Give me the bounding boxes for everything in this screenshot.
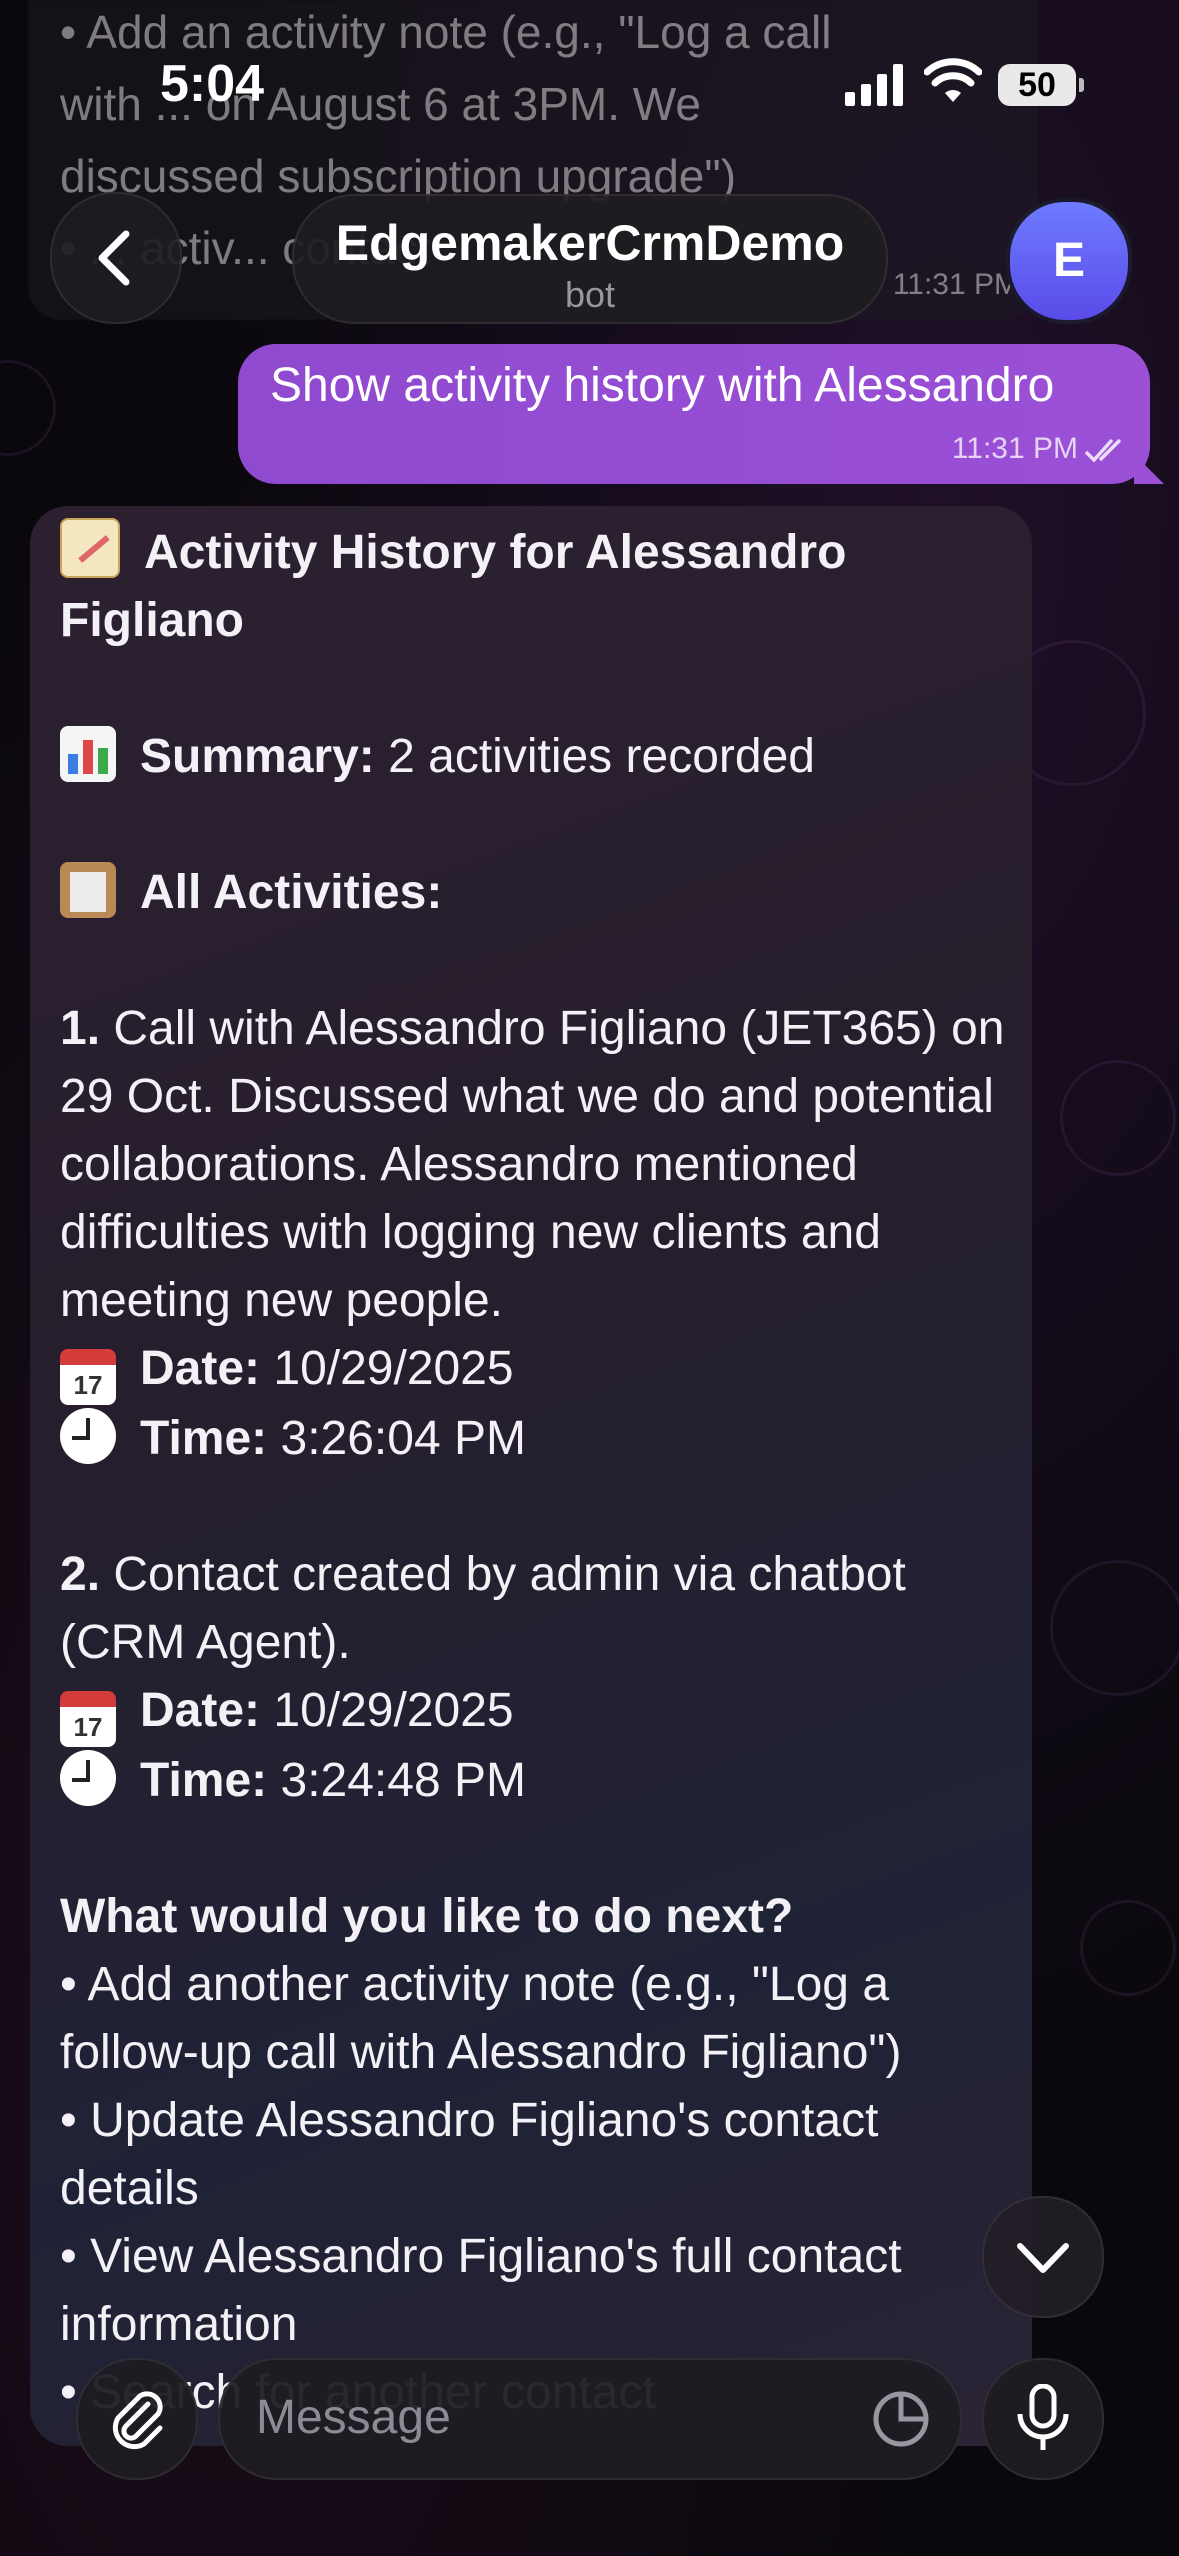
next-step-item: • Update Alessandro Figliano's contact d… bbox=[60, 2094, 879, 2215]
bar-chart-icon bbox=[60, 726, 116, 782]
activity-date: 17 Date: 10/29/2025 bbox=[60, 1335, 1020, 1405]
calendar-icon: 17 bbox=[60, 1691, 116, 1747]
cellular-signal-icon bbox=[845, 64, 903, 106]
next-steps-heading: What would you like to do next? bbox=[60, 1890, 794, 1943]
voice-message-button[interactable] bbox=[982, 2358, 1104, 2480]
sticker-icon[interactable] bbox=[872, 2390, 930, 2448]
summary-line: Summary: 2 activities recorded bbox=[60, 723, 1020, 791]
status-bar: 5:04 50 bbox=[0, 0, 1179, 170]
message-input[interactable]: Message bbox=[218, 2358, 962, 2480]
outgoing-message-time: 11:31 PM bbox=[951, 432, 1078, 465]
activity-item: 2. Contact created by admin via chatbot … bbox=[60, 1548, 906, 1669]
back-button[interactable] bbox=[50, 192, 182, 324]
microphone-icon bbox=[1017, 2384, 1069, 2450]
clipboard-icon bbox=[60, 862, 116, 918]
outgoing-message-bubble[interactable]: Show activity history with Alessandro 11… bbox=[238, 344, 1150, 484]
calendar-icon: 17 bbox=[60, 1349, 116, 1405]
next-step-item: • Add another activity note (e.g., "Log … bbox=[60, 1958, 902, 2079]
chat-name: EdgemakerCrmDemo bbox=[335, 215, 845, 271]
clock-icon bbox=[60, 1750, 116, 1806]
message-placeholder: Message bbox=[256, 2391, 451, 2444]
chevron-down-icon bbox=[1017, 2243, 1069, 2273]
activity-heading: Activity History for Alessandro Figliano bbox=[60, 518, 1020, 655]
clock-icon bbox=[60, 1408, 116, 1464]
memo-icon bbox=[60, 518, 120, 578]
status-time: 5:04 bbox=[160, 55, 265, 113]
activity-time: Time: 3:26:04 PM bbox=[60, 1405, 1020, 1473]
all-activities-heading: All Activities: bbox=[60, 859, 1020, 927]
paperclip-icon bbox=[112, 2391, 163, 2450]
outgoing-message-text: Show activity history with Alessandro bbox=[270, 359, 1055, 412]
battery-icon: 50 bbox=[998, 64, 1084, 106]
attach-button[interactable] bbox=[76, 2358, 198, 2480]
chevron-left-icon bbox=[98, 230, 130, 286]
avatar[interactable]: E bbox=[1006, 198, 1132, 324]
message-input-bar: Message bbox=[0, 2336, 1179, 2556]
incoming-message-bubble[interactable]: Activity History for Alessandro Figliano… bbox=[30, 506, 1032, 2446]
activity-time: Time: 3:24:48 PM bbox=[60, 1747, 1020, 1815]
chat-title[interactable]: EdgemakerCrmDemo bot bbox=[292, 194, 888, 324]
wifi-icon bbox=[924, 58, 982, 102]
chat-subtitle: bot bbox=[564, 274, 616, 315]
scroll-to-bottom-button[interactable] bbox=[982, 2196, 1104, 2318]
previous-message-time: 11:31 PM bbox=[892, 268, 1019, 301]
activity-date: 17 Date: 10/29/2025 bbox=[60, 1677, 1020, 1747]
read-checkmarks-icon bbox=[1084, 438, 1122, 463]
activity-item: 1. Call with Alessandro Figliano (JET365… bbox=[60, 1002, 1005, 1327]
